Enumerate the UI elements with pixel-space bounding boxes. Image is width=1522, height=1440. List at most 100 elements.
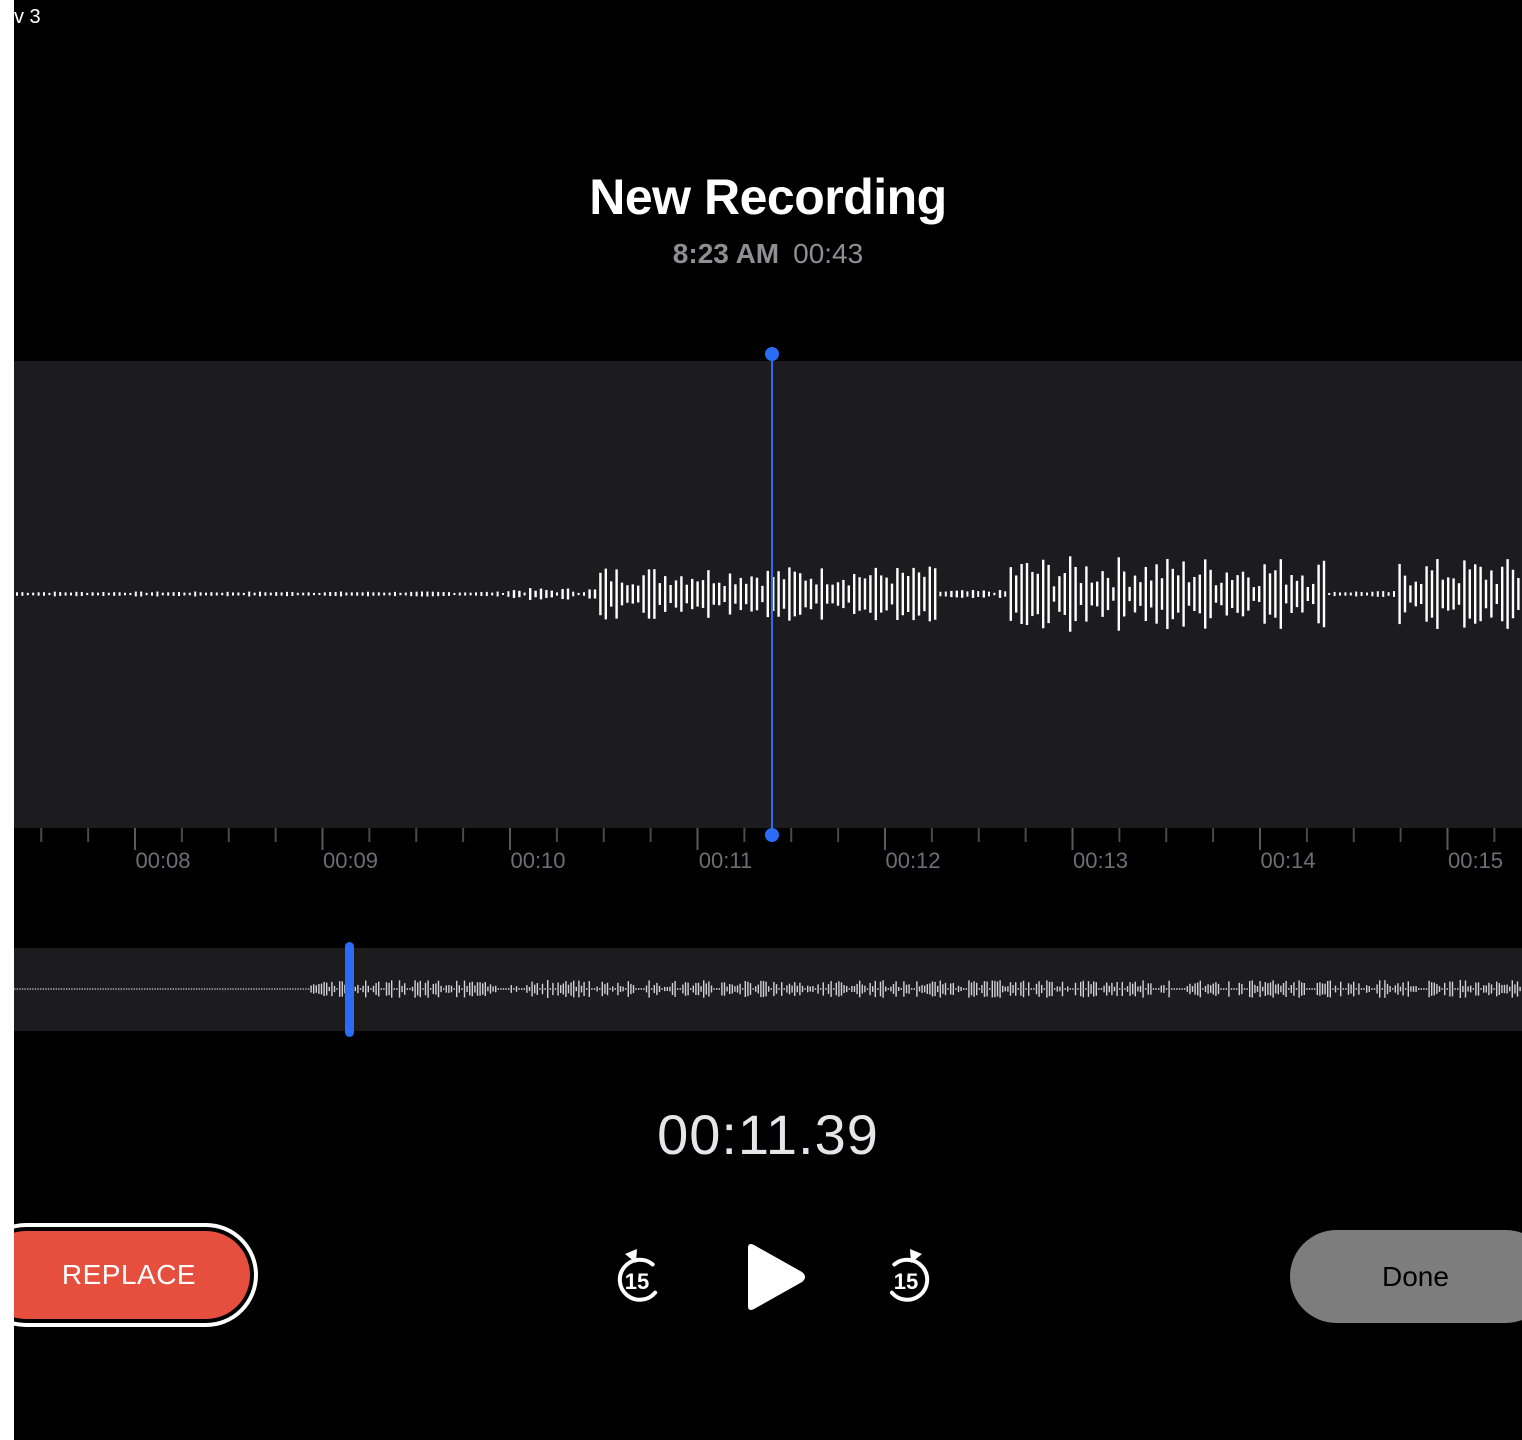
overview-waveform-bar	[235, 988, 237, 990]
overview-waveform-bar	[237, 988, 239, 990]
overview-waveform-bar	[422, 988, 424, 990]
waveform-bar	[1036, 573, 1039, 615]
waveform-bar	[1182, 561, 1185, 627]
overview-waveform-bar	[526, 985, 528, 993]
overview-waveform-bar	[1371, 988, 1373, 990]
overview-waveform-bar	[261, 988, 263, 990]
overview-waveform-bar	[1064, 988, 1066, 990]
overview-waveform-bar	[21, 988, 24, 990]
waveform-bar	[502, 592, 504, 596]
waveform-bar	[712, 583, 715, 605]
waveform-bar	[1290, 575, 1293, 613]
playhead[interactable]	[771, 354, 773, 836]
overview-waveform-bar	[89, 988, 91, 990]
overview-waveform-bar	[658, 985, 661, 993]
overview-waveform-bar	[768, 986, 770, 992]
playhead-top-handle[interactable]	[765, 347, 779, 361]
overview-waveform-bar	[1337, 988, 1339, 990]
overview-waveform-bar	[742, 988, 744, 990]
waveform-bar	[653, 569, 656, 619]
overview-waveform-bar	[528, 986, 531, 992]
waveform-bar	[80, 592, 83, 596]
done-button[interactable]: Done	[1290, 1230, 1522, 1323]
overview-waveform-bar	[1319, 982, 1321, 996]
overview-waveform-bar	[419, 980, 421, 998]
overview-waveform-bar	[469, 982, 471, 996]
overview-waveform-bar	[1228, 981, 1230, 997]
waveform-bar	[86, 592, 89, 596]
overview-waveform-bar	[193, 988, 195, 990]
overview-waveform-bar	[575, 986, 577, 992]
overview-waveform-bar	[1069, 988, 1071, 990]
overview-waveform-bar	[1438, 986, 1441, 992]
overview-waveform-bar	[833, 988, 835, 990]
waveform-bar	[831, 584, 834, 604]
waveform-bar	[1328, 592, 1331, 596]
overview-waveform-bar	[404, 983, 406, 995]
overview-waveform-bar	[1134, 981, 1136, 997]
overview-waveform-bar	[79, 988, 81, 990]
play-button[interactable]	[740, 1240, 810, 1314]
overview-waveform-bar	[1181, 988, 1183, 990]
overview-waveform-bar	[983, 981, 986, 997]
waveform-bar	[448, 592, 450, 596]
overview-waveform-bar	[1158, 988, 1160, 990]
overview-waveform-bar	[474, 985, 476, 993]
waveform-bar	[296, 592, 299, 596]
overview-waveform-bar	[903, 981, 905, 997]
replace-button[interactable]: REPLACE	[14, 1223, 258, 1327]
overview-waveform-bar	[630, 983, 632, 995]
waveform-bar	[253, 592, 256, 596]
waveform-bar	[1490, 570, 1493, 618]
overview-waveform-bar	[947, 988, 949, 990]
waveform-bar	[399, 592, 402, 596]
waveform-bar	[1096, 581, 1099, 607]
overview-waveform-bar	[625, 988, 627, 990]
waveform-bar	[745, 583, 748, 605]
waveform-bar	[1225, 572, 1228, 616]
overview-waveform-bar	[677, 988, 679, 990]
overview-waveform-bar	[222, 988, 224, 990]
overview-waveform-bar	[445, 985, 447, 993]
overview-waveform-bar	[547, 980, 549, 998]
overview-waveform-bar	[1254, 984, 1256, 994]
skip-back-button[interactable]: 15	[609, 1246, 669, 1308]
overview-waveform-bar	[1246, 988, 1248, 990]
waveform-bar	[167, 592, 170, 596]
waveform-bar	[361, 592, 364, 596]
skip-forward-button[interactable]: 15	[878, 1246, 938, 1308]
recording-title[interactable]: New Recording	[14, 168, 1522, 226]
overview-waveform-bar	[1415, 986, 1417, 992]
overview-waveform-bar	[333, 985, 336, 993]
waveform-bar	[1220, 582, 1223, 606]
overview-waveform-bar	[812, 985, 814, 993]
overview-waveform-bar	[1007, 986, 1009, 992]
overview-waveform-bar	[1410, 986, 1412, 992]
overview-waveform-bar	[770, 988, 772, 990]
waveform-bar	[1463, 560, 1466, 628]
waveform-bar	[820, 568, 823, 620]
overview-waveform-bar	[783, 988, 785, 990]
overview-position-handle[interactable]	[345, 942, 354, 1037]
waveform-bar	[658, 583, 661, 605]
waveform-bar	[804, 580, 807, 608]
overview-waveform-bar	[97, 988, 99, 990]
waveform-bar	[199, 592, 202, 596]
overview-waveform-bar	[1412, 986, 1415, 992]
waveform-bar	[1187, 582, 1191, 606]
overview-waveform-bar	[149, 988, 151, 990]
overview-waveform-bar	[718, 988, 720, 990]
overview-waveform-bar	[24, 988, 26, 990]
overview-waveform-bar	[674, 981, 676, 997]
waveform-editor[interactable]	[14, 361, 1522, 828]
overview-waveform-bar	[1340, 981, 1342, 997]
waveform-bar	[923, 576, 926, 612]
waveform-bar	[1484, 579, 1488, 609]
waveform-bar	[529, 588, 532, 600]
overview-waveform-bar	[656, 982, 658, 996]
playhead-bottom-handle[interactable]	[765, 828, 779, 842]
overview-waveform-bar	[664, 986, 666, 992]
overview-waveform-bar	[476, 982, 479, 996]
overview-waveform-bar	[562, 983, 564, 995]
overview-waveform[interactable]	[14, 948, 1522, 1031]
